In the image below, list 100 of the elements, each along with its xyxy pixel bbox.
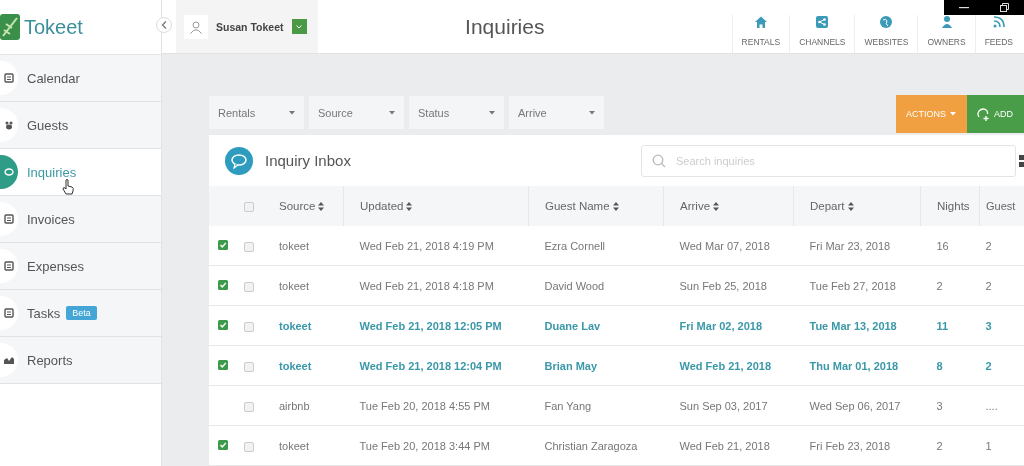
user-menu-button[interactable] <box>291 19 307 34</box>
collapse-sidebar-button[interactable] <box>156 17 172 33</box>
table-cell: 2 <box>920 425 980 466</box>
table-cell: Ezra Cornell <box>528 226 664 266</box>
table-cell: Tue Feb 20, 2018 4:55 PM <box>343 385 529 426</box>
table-cell: Wed Sep 06, 2017 <box>793 385 921 426</box>
sidebar-item[interactable]: Expenses <box>0 243 161 290</box>
column-header[interactable]: Updated <box>343 186 529 226</box>
sort-icon <box>406 201 413 211</box>
globe-icon <box>879 15 894 29</box>
table-cell: 3 <box>920 385 980 426</box>
rss-icon <box>991 15 1006 29</box>
table-cell: Christian Zaragoza <box>528 425 664 466</box>
table-cell: tokeet <box>263 425 344 466</box>
table-cell: airbnb <box>263 385 344 426</box>
hand-cursor-icon <box>62 179 75 195</box>
sidebar-item[interactable]: Calendar <box>0 55 161 102</box>
table-cell: 11 <box>920 305 980 346</box>
panel-title: Inquiry Inbox <box>265 152 352 169</box>
row-checkbox[interactable] <box>244 401 254 412</box>
paw-icon <box>4 120 14 130</box>
table-cell: Wed Feb 21, 2018 <box>663 345 794 386</box>
table-cell: 2 <box>979 345 1024 386</box>
table-cell: 2 <box>979 265 1024 306</box>
page-title: Inquiries <box>464 14 546 39</box>
user-icon <box>184 14 208 39</box>
table-cell: Wed Feb 21, 2018 <box>663 425 794 466</box>
caret-icon <box>389 110 395 115</box>
home-icon <box>753 15 768 29</box>
filter-dropdown[interactable]: Source <box>309 96 404 129</box>
filter-dropdown[interactable]: Rentals <box>209 96 304 129</box>
row-checkbox[interactable] <box>244 241 254 252</box>
table-cell: tokeet <box>263 226 344 266</box>
table-cell: Tue Feb 20, 2018 3:44 PM <box>343 425 529 466</box>
row-checkbox[interactable] <box>244 441 254 452</box>
sidebar-item[interactable]: Guests <box>0 102 161 149</box>
column-header: Guest <box>979 186 1024 226</box>
row-checkbox[interactable] <box>244 281 254 292</box>
table-cell: Fri Mar 23, 2018 <box>793 226 921 266</box>
table-cell: Thu Mar 01, 2018 <box>793 345 921 386</box>
table-cell: Wed Feb 21, 2018 4:18 PM <box>343 265 529 306</box>
column-header: Nights <box>920 186 980 226</box>
add-button[interactable]: ADD <box>967 95 1024 133</box>
table-cell: 3 <box>979 305 1024 346</box>
grid-icon[interactable] <box>1019 154 1024 167</box>
table-cell: 8 <box>920 345 980 386</box>
caret-icon <box>589 110 595 115</box>
sort-icon <box>847 201 854 211</box>
table-cell: 2 <box>979 226 1024 266</box>
caret-icon <box>950 112 956 116</box>
chart-icon <box>4 355 14 365</box>
column-header[interactable]: Source <box>263 186 344 226</box>
sort-icon <box>713 201 720 211</box>
document-icon <box>4 214 14 224</box>
table-cell: David Wood <box>528 265 664 306</box>
user-name: Susan Tokeet <box>216 20 284 33</box>
table-cell: 16 <box>920 226 980 266</box>
filter-dropdown[interactable]: Status <box>409 96 504 129</box>
row-checkbox[interactable] <box>244 321 254 332</box>
sort-icon <box>612 201 619 211</box>
search-icon <box>652 153 666 168</box>
column-header[interactable]: Depart <box>793 186 921 226</box>
sidebar-item[interactable]: Invoices <box>0 196 161 243</box>
table-cell: Fri Feb 23, 2018 <box>793 425 921 466</box>
table-cell: 1 <box>979 425 1024 466</box>
table-cell: Tue Mar 13, 2018 <box>793 305 921 346</box>
table-cell: Sun Feb 25, 2018 <box>663 265 794 306</box>
sidebar-item[interactable]: Reports <box>0 337 161 384</box>
table-cell: Brian May <box>528 345 664 386</box>
table-cell: .... <box>979 385 1024 426</box>
row-checkbox[interactable] <box>244 361 254 372</box>
table-cell: Fri Mar 02, 2018 <box>663 305 794 346</box>
brand-name: Tokeet <box>24 15 83 39</box>
table-cell: tokeet <box>263 305 344 346</box>
sort-icon <box>318 201 325 211</box>
select-all-checkbox[interactable] <box>244 201 254 212</box>
table-cell: 2 <box>920 265 980 306</box>
table-cell: Wed Feb 21, 2018 4:19 PM <box>343 226 529 266</box>
column-header[interactable]: Guest Name <box>528 186 664 226</box>
minimize-icon[interactable] <box>959 6 970 9</box>
filter-dropdown[interactable]: Arrive <box>509 96 604 129</box>
beta-badge: Beta <box>66 306 97 320</box>
table-cell: Wed Mar 07, 2018 <box>663 226 794 266</box>
table-cell: Duane Lav <box>528 305 664 346</box>
add-chat-icon <box>977 107 990 121</box>
chat-icon <box>225 146 253 175</box>
table-cell: Fan Yang <box>528 385 664 426</box>
caret-icon <box>489 110 495 115</box>
person-icon <box>939 15 954 29</box>
table-cell: Tue Feb 27, 2018 <box>793 265 921 306</box>
table-cell: tokeet <box>263 265 344 306</box>
table-cell: tokeet <box>263 345 344 386</box>
restore-icon[interactable] <box>999 3 1009 12</box>
share-icon <box>815 15 830 29</box>
sidebar-item[interactable]: Tasks Beta <box>0 290 161 337</box>
chevron-down-icon <box>296 24 302 29</box>
column-header[interactable]: Arrive <box>663 186 794 226</box>
chevron-left-icon <box>161 21 167 29</box>
table-cell: Wed Feb 21, 2018 12:05 PM <box>343 305 529 346</box>
chat-icon <box>4 167 14 177</box>
